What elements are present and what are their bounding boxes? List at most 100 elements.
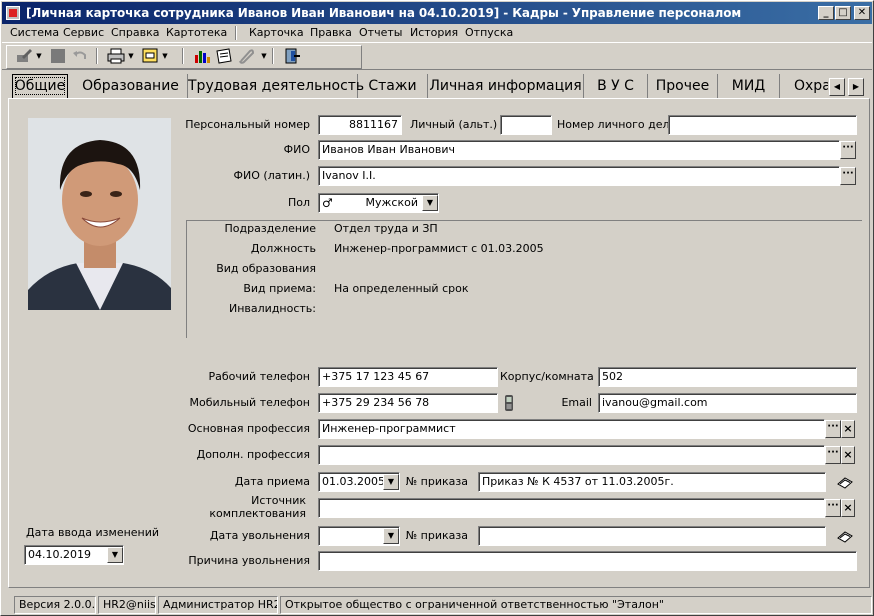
toolbar: ▼ ▼ ▼ ▼ (2, 42, 872, 70)
source-label-line1: Источник (251, 494, 306, 507)
window-title: [Личная карточка сотрудника Иванов Иван … (26, 6, 742, 20)
undo-icon[interactable] (70, 47, 90, 65)
dismissal-order-field[interactable] (478, 526, 826, 546)
edit-dropdown-icon[interactable]: ▼ (35, 47, 43, 65)
tab-scroll-right-icon[interactable]: ▶ (848, 78, 864, 96)
save-icon[interactable] (48, 47, 68, 65)
tab-protection[interactable]: Охра (780, 74, 828, 98)
email-field[interactable]: ivanou@gmail.com (598, 393, 857, 413)
dismissal-order-book-icon[interactable] (837, 529, 853, 543)
toolbar-separator (182, 48, 184, 64)
fio-latin-label: ФИО (латин.) (233, 169, 310, 182)
source-lookup-button[interactable]: ··· (825, 499, 841, 517)
file-number-label: Номер личного дела (557, 118, 677, 131)
personal-number-field[interactable]: 8811167 (318, 115, 402, 135)
add-profession-clear-button[interactable]: × (841, 446, 855, 464)
gender-label: Пол (287, 196, 310, 209)
hire-date-dropdown-icon[interactable]: ▼ (383, 474, 399, 490)
dismissal-reason-field[interactable] (318, 551, 857, 571)
fio-latin-lookup-button[interactable]: ··· (840, 167, 856, 185)
hire-order-book-icon[interactable] (837, 475, 853, 489)
attach-icon[interactable] (236, 47, 256, 65)
menu-reports[interactable]: Отчеты (359, 25, 402, 41)
tab-personal-info[interactable]: Личная информация (428, 74, 584, 98)
room-label: Корпус/комната (500, 370, 594, 383)
toolbar-separator (96, 48, 98, 64)
status-version: Версия 2.0.0.0 (14, 596, 96, 614)
position-value: Инженер-программист с 01.03.2005 (334, 242, 544, 255)
minimize-button[interactable]: _ (818, 6, 834, 20)
maximize-button[interactable]: □ (835, 6, 851, 20)
mobile-phone-icon[interactable] (503, 394, 515, 412)
dismissal-reason-label: Причина увольнения (188, 554, 310, 567)
tab-mid[interactable]: МИД (718, 74, 780, 98)
education-type-label: Вид образования (216, 262, 316, 275)
dismissal-order-label: № приказа (405, 529, 468, 542)
mobile-phone-field[interactable]: +375 29 234 56 78 (318, 393, 498, 413)
edit-icon[interactable] (14, 47, 34, 65)
status-organization: Открытое общество с ограниченной ответст… (280, 596, 872, 614)
add-profession-label: Дополн. профессия (196, 448, 310, 461)
document-icon[interactable] (214, 47, 234, 65)
menu-service[interactable]: Сервис (63, 25, 104, 41)
menu-history[interactable]: История (410, 25, 458, 41)
menu-card-index[interactable]: Картотека (166, 25, 227, 41)
hire-order-label: № приказа (405, 475, 468, 488)
menu-vacations[interactable]: Отпуска (465, 25, 513, 41)
chart-icon[interactable] (192, 47, 212, 65)
position-label: Должность (250, 242, 316, 255)
add-profession-field[interactable] (318, 445, 825, 465)
add-profession-lookup-button[interactable]: ··· (825, 446, 841, 464)
print-dropdown-icon[interactable]: ▼ (127, 47, 135, 65)
department-label: Подразделение (224, 222, 316, 235)
source-field[interactable] (318, 498, 825, 518)
main-profession-clear-button[interactable]: × (841, 420, 855, 438)
dismissal-date-dropdown-icon[interactable]: ▼ (383, 528, 399, 544)
status-server: HR2@niis (98, 596, 156, 614)
change-date-dropdown-icon[interactable]: ▼ (107, 547, 123, 563)
mobile-phone-label: Мобильный телефон (189, 396, 311, 409)
tab-work-history[interactable]: Трудовая деятельность (188, 74, 364, 98)
print-preview-icon[interactable] (140, 47, 160, 65)
fio-field[interactable]: Иванов Иван Иванович (318, 140, 840, 160)
room-field[interactable]: 502 (598, 367, 857, 387)
hire-type-label: Вид приема: (243, 282, 316, 295)
gender-select[interactable]: ♂ Мужской (318, 193, 439, 213)
print-icon[interactable] (106, 47, 126, 65)
alt-number-label: Личный (альт.) № (410, 118, 513, 131)
main-profession-lookup-button[interactable]: ··· (825, 420, 841, 438)
file-number-field[interactable] (668, 115, 857, 135)
toolbar-separator (272, 48, 274, 64)
tab-seniority[interactable]: Стажи (358, 74, 428, 98)
source-label-line2: комплектования (209, 507, 306, 520)
fio-label: ФИО (283, 143, 310, 156)
tab-other[interactable]: Прочее (648, 74, 718, 98)
title-bar[interactable]: [Личная карточка сотрудника Иванов Иван … (2, 2, 872, 24)
gender-dropdown-icon[interactable]: ▼ (422, 195, 438, 211)
fio-latin-field[interactable]: Ivanov I.I. (318, 166, 840, 186)
exit-icon[interactable] (282, 47, 302, 65)
tab-general[interactable]: Общие (12, 74, 68, 98)
hire-order-field[interactable]: Приказ № К 4537 от 11.03.2005г. (478, 472, 826, 492)
main-profession-field[interactable]: Инженер-программист (318, 419, 825, 439)
alt-number-field[interactable] (500, 115, 552, 135)
person-photo-icon (28, 118, 171, 310)
attach-dropdown-icon[interactable]: ▼ (260, 47, 268, 65)
source-clear-button[interactable]: × (841, 499, 855, 517)
menu-help[interactable]: Справка (111, 25, 159, 41)
preview-dropdown-icon[interactable]: ▼ (161, 47, 169, 65)
menu-separator (235, 26, 237, 40)
change-date-label: Дата ввода изменений (26, 526, 160, 539)
hire-type-value: На определенный срок (334, 282, 469, 295)
menu-system[interactable]: Система (10, 25, 59, 41)
fio-lookup-button[interactable]: ··· (840, 141, 856, 159)
main-profession-label: Основная профессия (187, 422, 310, 435)
work-phone-field[interactable]: +375 17 123 45 67 (318, 367, 498, 387)
tab-military[interactable]: В У С (584, 74, 648, 98)
tab-scroll-left-icon[interactable]: ◀ (829, 78, 845, 96)
menu-card[interactable]: Карточка (249, 25, 304, 41)
work-phone-label: Рабочий телефон (208, 370, 310, 383)
close-button[interactable]: ✕ (854, 6, 870, 20)
menu-edit[interactable]: Правка (310, 25, 352, 41)
tab-education[interactable]: Образование (74, 74, 188, 98)
